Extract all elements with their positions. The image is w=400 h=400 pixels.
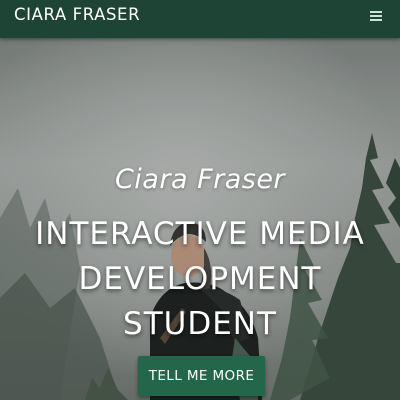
hero-title: INTERACTIVE MEDIA DEVELOPMENT STUDENT [35, 216, 365, 342]
brand-logo-link[interactable]: CIARA FRASER [14, 5, 140, 24]
menu-bar-bottom [370, 19, 382, 21]
hero-section: Ciara Fraser INTERACTIVE MEDIA DEVELOPME… [0, 38, 400, 400]
top-navbar: CIARA FRASER [0, 0, 400, 38]
hamburger-menu-icon[interactable] [368, 8, 386, 22]
menu-bar-middle [370, 15, 382, 17]
tell-me-more-button[interactable]: TELL ME MORE [138, 356, 265, 396]
hero-name: Ciara Fraser [114, 164, 286, 195]
menu-bar-top [370, 11, 382, 13]
